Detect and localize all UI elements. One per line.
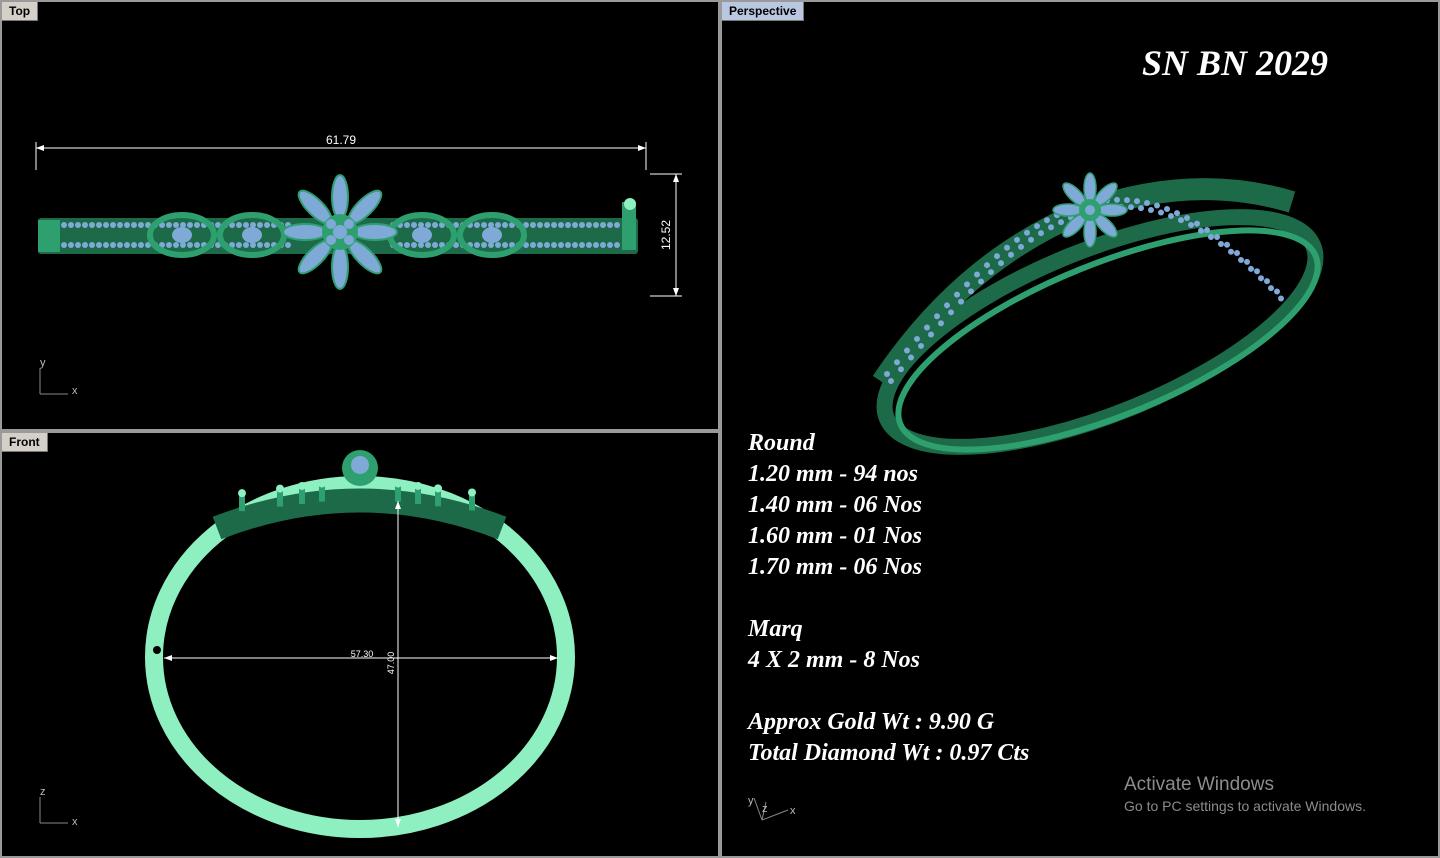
front-view-drawing: 57.30 47.00 z x bbox=[39, 450, 575, 838]
front-width-dimension: 57.30 bbox=[351, 649, 374, 659]
front-viewport[interactable]: Front 57.30 47.00 z x bbox=[0, 431, 720, 858]
top-height-dimension: 12.52 bbox=[659, 220, 673, 250]
spec-line: 1.60 mm - 01 Nos bbox=[748, 523, 922, 549]
top-viewport[interactable]: Top 61.79 12.52 y x bbox=[0, 0, 720, 431]
watermark-line2: Go to PC settings to activate Windows. bbox=[1124, 798, 1366, 814]
perspective-viewport-tab[interactable]: Perspective bbox=[722, 2, 805, 21]
spec-line: Marq bbox=[748, 616, 803, 642]
spec-line: 1.40 mm - 06 Nos bbox=[748, 492, 922, 518]
spec-line: Total Diamond Wt : 0.97 Cts bbox=[748, 740, 1030, 766]
svg-text:y: y bbox=[40, 357, 46, 369]
front-viewport-tab[interactable]: Front bbox=[2, 433, 48, 452]
spec-line: Round bbox=[748, 430, 815, 456]
svg-text:z: z bbox=[40, 786, 46, 798]
svg-text:x: x bbox=[790, 805, 796, 817]
activate-windows-watermark: Activate Windows Go to PC settings to ac… bbox=[1124, 774, 1366, 814]
perspective-axis-indicator: y z x bbox=[748, 795, 796, 821]
top-viewport-tab[interactable]: Top bbox=[2, 2, 39, 21]
top-flower bbox=[282, 174, 398, 290]
spec-line: 1.70 mm - 06 Nos bbox=[748, 554, 922, 580]
spec-line: 1.20 mm - 94 nos bbox=[748, 461, 919, 487]
svg-text:y: y bbox=[748, 795, 754, 807]
spec-line: 4 X 2 mm - 8 Nos bbox=[748, 647, 921, 673]
svg-text:x: x bbox=[72, 816, 78, 828]
spec-line bbox=[748, 583, 1029, 614]
svg-text:x: x bbox=[72, 385, 78, 397]
top-width-dimension: 61.79 bbox=[326, 133, 356, 147]
svg-text:z: z bbox=[762, 803, 768, 815]
spec-line: Approx Gold Wt : 9.90 G bbox=[748, 709, 995, 735]
spec-sheet: Round 1.20 mm - 94 nos 1.40 mm - 06 Nos … bbox=[748, 428, 1029, 769]
front-axis-indicator: z x bbox=[39, 786, 78, 828]
top-axis-indicator: y x bbox=[39, 357, 78, 397]
watermark-line1: Activate Windows bbox=[1124, 774, 1274, 795]
spec-line bbox=[748, 676, 1029, 707]
front-height-dimension: 47.00 bbox=[386, 652, 396, 675]
top-view-drawing: 61.79 12.52 y x bbox=[35, 133, 682, 397]
perspective-viewport[interactable]: Perspective SN BN 2029 y z x Round 1.20 bbox=[720, 0, 1440, 858]
